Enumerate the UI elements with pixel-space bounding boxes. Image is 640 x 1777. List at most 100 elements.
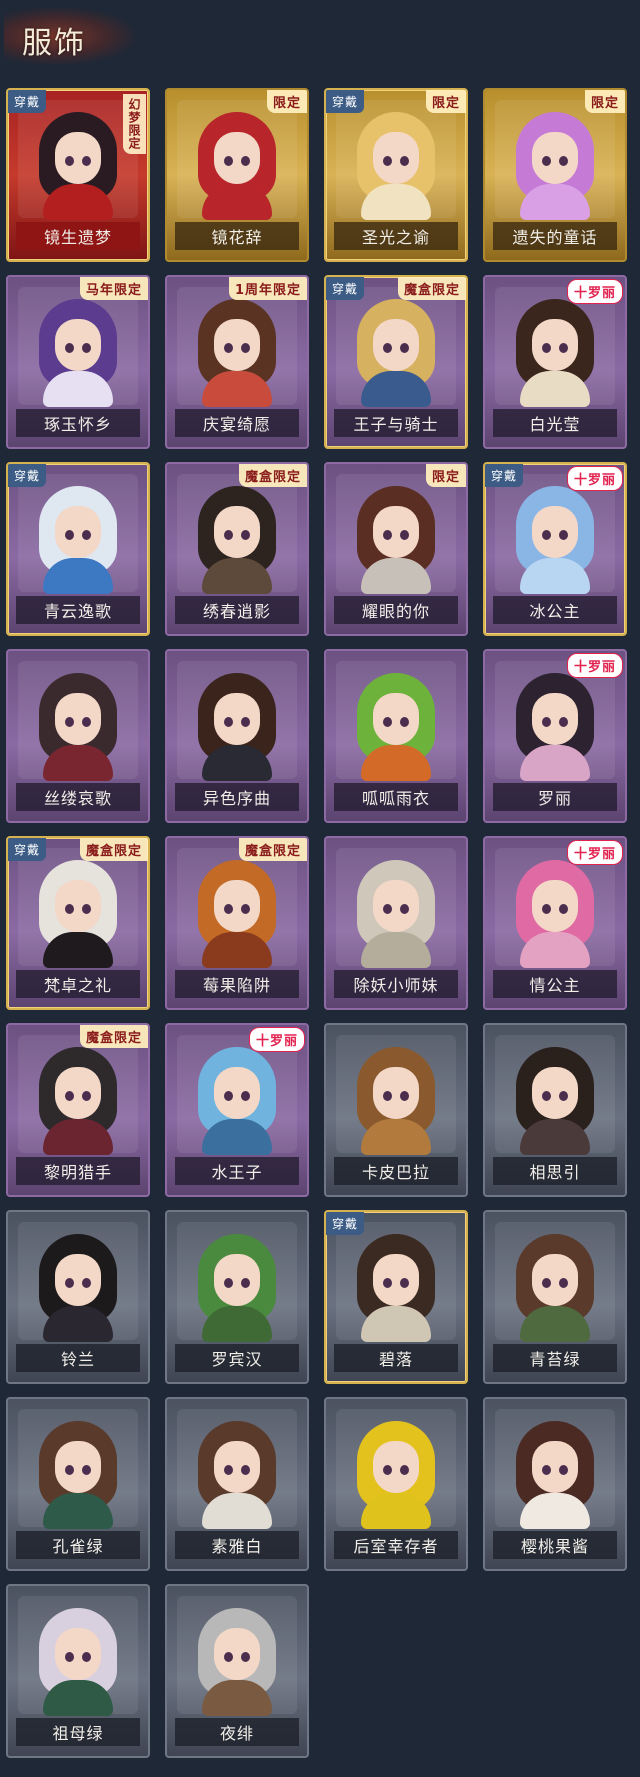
outfit-card[interactable]: 绣春逍影 魔盒限定 [165,462,309,636]
outfit-card[interactable]: 情公主 十罗丽 [483,836,627,1010]
character-portrait [351,299,441,409]
outfit-card[interactable]: 呱呱雨衣 [324,649,468,823]
outfit-name: 素雅白 [175,1531,299,1559]
portrait-eye [241,904,250,914]
outfit-card[interactable]: 黎明猎手 魔盒限定 [6,1023,150,1197]
character-portrait [510,860,600,970]
outfit-card[interactable]: 卡皮巴拉 [324,1023,468,1197]
outfit-card[interactable]: 王子与骑士 穿戴 魔盒限定 [324,275,468,449]
outfit-card[interactable]: 罗丽 十罗丽 [483,649,627,823]
portrait-eye [82,1465,91,1475]
outfit-name: 镜花辞 [175,222,299,250]
outfit-name: 耀眼的你 [334,596,458,624]
character-portrait [192,299,282,409]
outfit-card[interactable]: 白光莹 十罗丽 [483,275,627,449]
portrait-eye [82,904,91,914]
portrait-eye [224,343,233,353]
character-portrait [351,486,441,596]
limited-tag: 限定 [584,90,625,113]
outfit-card[interactable]: 梵卓之礼 穿戴 魔盒限定 [6,836,150,1010]
outfit-name: 黎明猎手 [16,1157,140,1185]
character-portrait [510,486,600,596]
character-portrait [510,1234,600,1344]
portrait-face [373,693,419,745]
outfit-name: 夜绯 [175,1718,299,1746]
portrait-eye [224,717,233,727]
portrait-eye [383,1278,392,1288]
outfit-card[interactable]: 铃兰 [6,1210,150,1384]
character-portrait [510,299,600,409]
portrait-face [532,506,578,558]
outfit-name: 相思引 [493,1157,617,1185]
limited-tag: 限定 [425,90,466,113]
character-portrait [33,486,123,596]
portrait-face [532,1254,578,1306]
portrait-eye [542,904,551,914]
outfit-card[interactable]: 樱桃果酱 [483,1397,627,1571]
portrait-eye [559,530,568,540]
portrait-face [532,132,578,184]
portrait-face [55,1441,101,1493]
portrait-face [532,693,578,745]
outfit-card[interactable]: 庆宴绮愿 1周年限定 [165,275,309,449]
outfit-card[interactable]: 水王子 十罗丽 [165,1023,309,1197]
portrait-eye [542,343,551,353]
portrait-face [55,1067,101,1119]
character-portrait [33,673,123,783]
outfit-card[interactable]: 异色序曲 [165,649,309,823]
outfit-name: 绣春逍影 [175,596,299,624]
outfit-card[interactable]: 素雅白 [165,1397,309,1571]
outfit-card[interactable]: 相思引 [483,1023,627,1197]
outfit-card[interactable]: 青苔绿 [483,1210,627,1384]
outfit-card[interactable]: 除妖小师妹 [324,836,468,1010]
portrait-eye [383,156,392,166]
outfit-card[interactable]: 耀眼的你 限定 [324,462,468,636]
portrait-eye [383,530,392,540]
outfit-card[interactable]: 后室幸存者 [324,1397,468,1571]
outfit-card[interactable]: 祖母绿 [6,1584,150,1758]
page-header: 服饰 [0,0,640,78]
character-portrait [33,299,123,409]
outfit-card[interactable]: 冰公主 穿戴 十罗丽 [483,462,627,636]
outfit-card[interactable]: 孔雀绿 [6,1397,150,1571]
outfit-card[interactable]: 圣光之谕 穿戴 限定 [324,88,468,262]
portrait-eye [400,343,409,353]
outfit-card[interactable]: 莓果陷阱 魔盒限定 [165,836,309,1010]
outfit-card[interactable]: 夜绯 [165,1584,309,1758]
portrait-eye [82,717,91,727]
portrait-eye [241,1465,250,1475]
character-portrait [33,860,123,970]
portrait-eye [400,1465,409,1475]
outfit-card[interactable]: 碧落 穿戴 [324,1210,468,1384]
portrait-eye [400,1278,409,1288]
portrait-eye [65,1652,74,1662]
outfit-card[interactable]: 丝缕哀歌 [6,649,150,823]
outfit-card[interactable]: 遗失的童话 限定 [483,88,627,262]
portrait-eye [559,343,568,353]
portrait-eye [224,904,233,914]
character-portrait [192,1047,282,1157]
portrait-eye [559,717,568,727]
outfit-card[interactable]: 青云逸歌 穿戴 [6,462,150,636]
limited-tag: 魔盒限定 [79,838,148,861]
portrait-eye [65,1091,74,1101]
portrait-eye [542,717,551,727]
character-portrait [192,860,282,970]
portrait-face [373,132,419,184]
portrait-face [214,506,260,558]
portrait-face [214,1254,260,1306]
outfit-card[interactable]: 罗宾汉 [165,1210,309,1384]
character-portrait [510,112,600,222]
portrait-eye [383,343,392,353]
outfit-card[interactable]: 镜生遗梦 穿戴 幻梦限定 [6,88,150,262]
portrait-face [373,880,419,932]
limited-tag: 十罗丽 [566,466,623,491]
portrait-face [373,506,419,558]
outfit-card[interactable]: 镜花辞 限定 [165,88,309,262]
outfit-card[interactable]: 琢玉怀乡 马年限定 [6,275,150,449]
portrait-eye [383,717,392,727]
limited-tag: 魔盒限定 [238,838,307,861]
outfit-name: 情公主 [493,970,617,998]
portrait-eye [542,156,551,166]
portrait-eye [224,1652,233,1662]
